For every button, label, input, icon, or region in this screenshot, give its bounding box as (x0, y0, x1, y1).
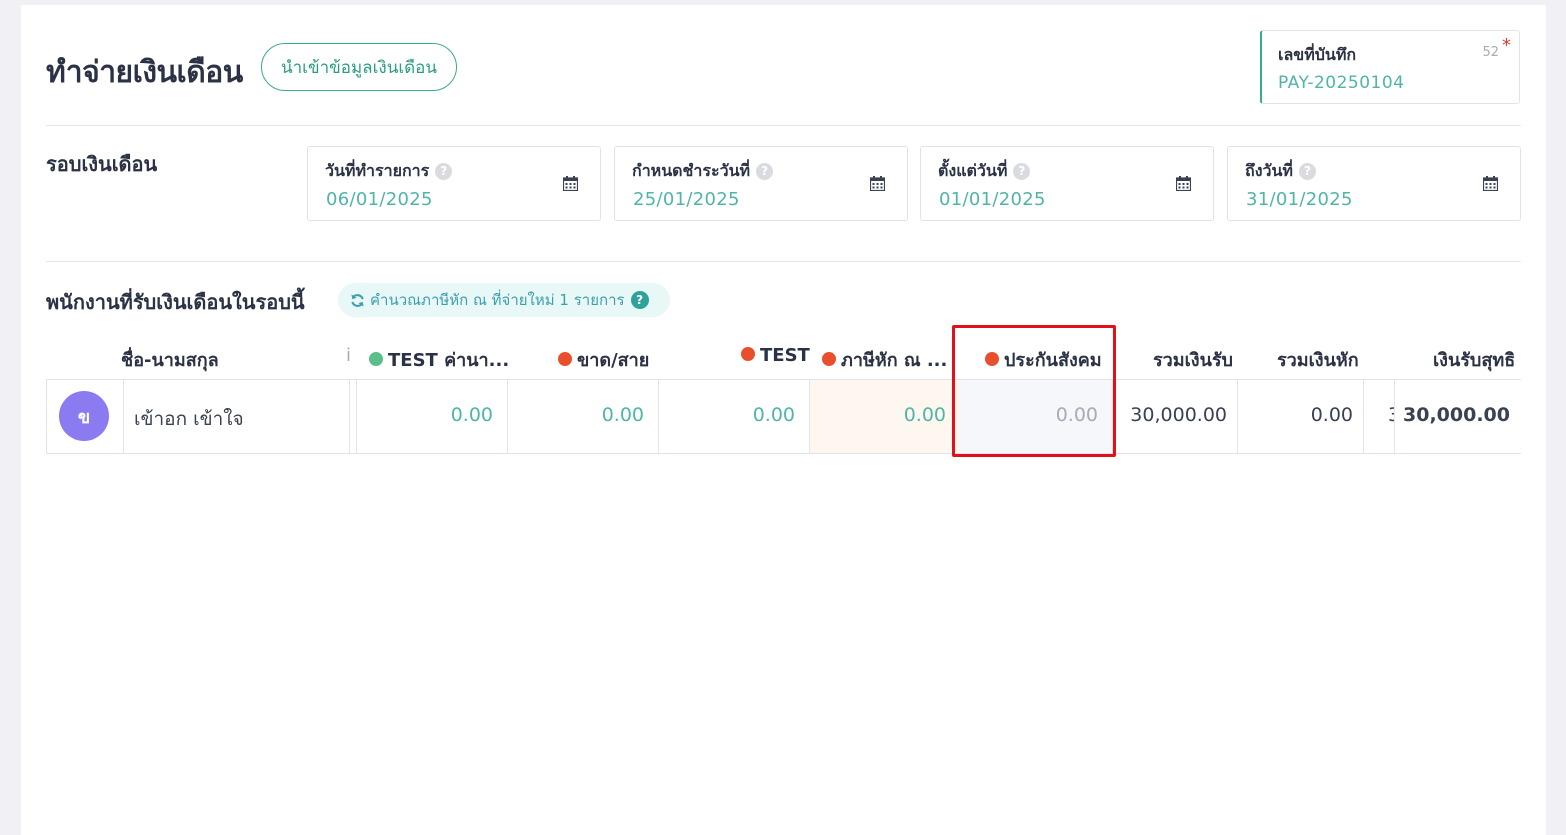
highlight-box (952, 325, 1116, 457)
calendar-icon[interactable] (870, 176, 885, 191)
green-dot-icon (369, 352, 383, 366)
payroll-card: ทำจ่ายเงินเดือน นำเข้าข้อมูลเงินเดือน เล… (21, 5, 1546, 835)
divider (123, 380, 124, 453)
cell-test-allowance[interactable]: 0.00 (353, 404, 493, 426)
recalculate-tax-label: คำนวณภาษีหัก ณ ที่จ่ายใหม่ 1 รายการ (370, 291, 625, 309)
help-icon[interactable]: ? (756, 163, 774, 180)
divider (349, 380, 350, 453)
end-date-field[interactable]: ถึงวันที่? 31/01/2025 (1227, 146, 1521, 221)
avatar-cell: ข (47, 380, 123, 453)
page-title: ทำจ่ายเงินเดือน (46, 55, 243, 90)
col-header-info: i (346, 345, 352, 366)
doc-number-counter: 52 (1482, 45, 1499, 60)
start-date-field[interactable]: ตั้งแต่วันที่? 01/01/2025 (920, 146, 1214, 221)
calendar-icon[interactable] (1176, 176, 1191, 191)
col-header-name[interactable]: ชื่อ-นามสกุล (121, 345, 219, 374)
calendar-icon[interactable] (1483, 176, 1498, 191)
doc-number-label: เลขที่บันทึก (1278, 45, 1357, 64)
help-icon[interactable]: ? (1013, 163, 1031, 180)
cell-test[interactable]: 0.00 (655, 404, 795, 426)
pay-period-label: รอบเงินเดือน (46, 152, 158, 176)
col-header-total-income[interactable]: รวมเงินรับ (1153, 345, 1233, 374)
divider (1363, 380, 1364, 453)
red-dot-icon (741, 347, 755, 361)
col-header-net-pay[interactable]: เงินรับสุทธิ (1433, 345, 1515, 374)
col-header-total-deduction[interactable]: รวมเงินหัก (1277, 345, 1359, 374)
due-date-value[interactable]: 25/01/2025 (633, 189, 740, 210)
employees-section-label: พนักงานที่รับเงินเดือนในรอบนี้ (46, 290, 305, 314)
help-icon[interactable]: ? (1298, 163, 1316, 180)
red-dot-icon (822, 352, 836, 366)
end-date-label: ถึงวันที่? (1245, 159, 1316, 184)
employee-name[interactable]: เข้าอก เข้าใจ (134, 404, 244, 434)
start-date-value[interactable]: 01/01/2025 (939, 189, 1046, 210)
start-date-label: ตั้งแต่วันที่? (938, 159, 1031, 184)
transaction-date-field[interactable]: วันที่ทำรายการ? 06/01/2025 (307, 146, 601, 221)
cell-net-pay: 30,000.00 (1403, 404, 1510, 426)
recalculate-tax-button[interactable]: คำนวณภาษีหัก ณ ที่จ่ายใหม่ 1 รายการ ? (338, 283, 670, 317)
cell-withholding-tax[interactable]: 0.00 (806, 404, 946, 426)
table-row[interactable]: ข เข้าอก เข้าใจ 0.00 0.00 0.00 0.00 0.00… (46, 379, 1521, 454)
end-date-value[interactable]: 31/01/2025 (1246, 189, 1353, 210)
help-icon[interactable]: ? (435, 163, 453, 180)
due-date-field[interactable]: กำหนดชำระวันที่? 25/01/2025 (614, 146, 908, 221)
col-header-test-allowance[interactable]: TEST ค่านา... (369, 345, 509, 374)
red-dot-icon (558, 352, 572, 366)
refresh-icon (351, 293, 364, 307)
doc-number-value[interactable]: PAY-20250104 (1278, 73, 1405, 93)
col-header-test[interactable]: TEST (741, 345, 810, 366)
required-asterisk: * (1502, 35, 1511, 56)
help-icon[interactable]: ? (630, 291, 649, 309)
calendar-icon[interactable] (563, 176, 578, 191)
divider (46, 261, 1521, 262)
transaction-date-value[interactable]: 06/01/2025 (326, 189, 433, 210)
cell-absence[interactable]: 0.00 (504, 404, 644, 426)
import-payroll-button[interactable]: นำเข้าข้อมูลเงินเดือน (261, 43, 457, 91)
col-header-absence[interactable]: ขาด/สาย (558, 345, 649, 374)
transaction-date-label: วันที่ทำรายการ? (325, 159, 453, 184)
due-date-label: กำหนดชำระวันที่? (632, 159, 774, 184)
divider (46, 125, 1521, 126)
avatar: ข (59, 391, 109, 441)
col-header-withholding-tax[interactable]: ภาษีหัก ณ ... (822, 345, 947, 374)
cell-total-deduction: 0.00 (1310, 404, 1353, 426)
doc-number-field[interactable]: เลขที่บันทึก 52 * PAY-20250104 (1260, 30, 1520, 104)
